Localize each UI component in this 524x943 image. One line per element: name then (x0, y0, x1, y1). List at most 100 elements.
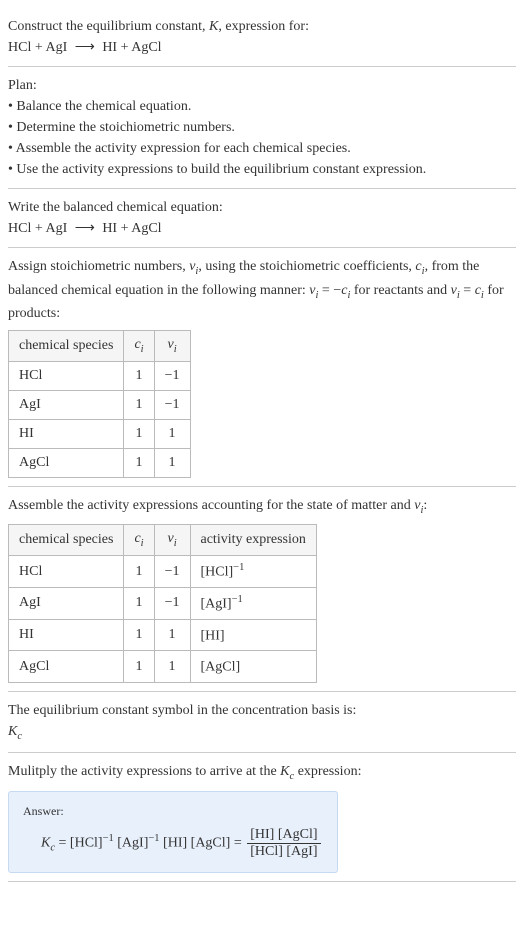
intro-post: , expression for: (218, 19, 309, 34)
term-exp: −1 (148, 833, 159, 844)
expr-base: [AgI] (201, 597, 232, 612)
table-header: νi (154, 331, 190, 362)
fraction: [HI] [AgCl][HCl] [AgI] (247, 827, 320, 860)
table-row: HI 1 1 (9, 419, 191, 448)
expr-base: [HI] (201, 628, 225, 643)
plan-bullet: • Use the activity expressions to build … (8, 159, 516, 180)
expr-exp: −1 (233, 562, 244, 573)
assign-text-part: , using the stoichiometric coefficients, (198, 259, 415, 274)
table-header: chemical species (9, 525, 124, 556)
expr-base: [AgCl] (201, 660, 241, 675)
species-cell: AgI (9, 390, 124, 419)
c-cell: 1 (124, 587, 154, 619)
assign-section: Assign stoichiometric numbers, νi , using… (8, 248, 516, 487)
c-cell: 1 (124, 651, 154, 683)
k-symbol: K (41, 836, 50, 851)
table-header: chemical species (9, 331, 124, 362)
species-cell: HI (9, 619, 124, 651)
intro-section: Construct the equilibrium constant, K, e… (8, 8, 516, 67)
expr-cell: [AgI]−1 (190, 587, 316, 619)
table-header: ci (124, 331, 154, 362)
multiply-section: Mulitply the activity expressions to arr… (8, 753, 516, 882)
c-cell: 1 (124, 556, 154, 588)
answer-box: Answer: Kc = [HCl]−1 [AgI]−1 [HI] [AgCl]… (8, 791, 338, 873)
intro-equation: HCl + AgI ⟶ HI + AgCl (8, 37, 516, 58)
table-row: HI 1 1 [HI] (9, 619, 317, 651)
table-row: AgCl 1 1 [AgCl] (9, 651, 317, 683)
species-cell: AgI (9, 587, 124, 619)
c-cell: 1 (124, 419, 154, 448)
balanced-title: Write the balanced chemical equation: (8, 197, 516, 218)
answer-label: Answer: (23, 804, 323, 819)
expr-cell: [AgCl] (190, 651, 316, 683)
symbol-value: Kc (8, 721, 516, 745)
plan-bullet: • Determine the stoichiometric numbers. (8, 117, 516, 138)
c-cell: 1 (124, 361, 154, 390)
expr-cell: [HCl]−1 (190, 556, 316, 588)
plan-bullet: • Balance the chemical equation. (8, 96, 516, 117)
table-row: HCl 1 −1 [HCl]−1 (9, 556, 317, 588)
activity-table: chemical species ci νi activity expressi… (8, 524, 317, 682)
plan-title: Plan: (8, 75, 516, 96)
numerator: [HI] [AgCl] (247, 827, 320, 844)
balanced-equation: HCl + AgI ⟶ HI + AgCl (8, 218, 516, 239)
table-header: ci (124, 525, 154, 556)
subscript-i: i (141, 344, 144, 355)
symbol-section: The equilibrium constant symbol in the c… (8, 692, 516, 754)
subscript-i: i (174, 538, 177, 549)
equation-rhs: HI + AgCl (102, 40, 161, 55)
c-cell: 1 (124, 448, 154, 477)
stoichiometric-table: chemical species ci νi HCl 1 −1 AgI 1 −1… (8, 330, 191, 478)
table-row: AgI 1 −1 (9, 390, 191, 419)
nu-cell: 1 (154, 619, 190, 651)
plan-bullet: • Assemble the activity expression for e… (8, 138, 516, 159)
species-cell: HCl (9, 361, 124, 390)
reaction-arrow-icon: ⟶ (75, 37, 95, 58)
nu-cell: −1 (154, 390, 190, 419)
nu-cell: 1 (154, 419, 190, 448)
equals-sign: = (55, 836, 70, 851)
assign-text-part: Assign stoichiometric numbers, (8, 259, 189, 274)
nu-cell: 1 (154, 448, 190, 477)
assign-text: Assign stoichiometric numbers, νi, using… (8, 256, 516, 324)
subscript-i: i (141, 538, 144, 549)
species-cell: HI (9, 419, 124, 448)
assign-text-part: for reactants and (350, 283, 450, 298)
c-cell: 1 (124, 390, 154, 419)
balanced-rhs: HI + AgCl (102, 221, 161, 236)
reaction-arrow-icon: ⟶ (75, 218, 95, 239)
kc-expression: Kc = [HCl]−1 [AgI]−1 [HI] [AgCl] = [HI] … (41, 827, 323, 860)
equals-sign: = (230, 836, 245, 851)
term-base: [HCl] (70, 836, 103, 851)
balanced-lhs: HCl + AgI (8, 221, 67, 236)
subscript-i: i (174, 344, 177, 355)
table-header-row: chemical species ci νi activity expressi… (9, 525, 317, 556)
k-symbol: K (209, 19, 218, 34)
equation-lhs: HCl + AgI (8, 40, 67, 55)
expr-base: [HCl] (201, 565, 234, 580)
table-header-row: chemical species ci νi (9, 331, 191, 362)
species-cell: AgCl (9, 651, 124, 683)
k-symbol: K (280, 764, 289, 779)
intro-pre: Construct the equilibrium constant, (8, 19, 209, 34)
k-symbol: K (8, 724, 17, 739)
multiply-text-part: Mulitply the activity expressions to arr… (8, 764, 280, 779)
denominator: [HCl] [AgI] (247, 844, 320, 860)
term: [HI] (163, 836, 187, 851)
expr-exp: −1 (232, 594, 243, 605)
intro-text: Construct the equilibrium constant, K, e… (8, 16, 516, 37)
term-base: [AgI] (117, 836, 148, 851)
nu-cell: −1 (154, 556, 190, 588)
plan-section: Plan: • Balance the chemical equation. •… (8, 67, 516, 189)
symbol-text: The equilibrium constant symbol in the c… (8, 700, 516, 721)
species-cell: HCl (9, 556, 124, 588)
nu-cell: 1 (154, 651, 190, 683)
table-header: νi (154, 525, 190, 556)
balanced-section: Write the balanced chemical equation: HC… (8, 189, 516, 248)
table-row: AgI 1 −1 [AgI]−1 (9, 587, 317, 619)
expr-cell: [HI] (190, 619, 316, 651)
multiply-text: Mulitply the activity expressions to arr… (8, 761, 516, 785)
term: [AgCl] (191, 836, 231, 851)
activity-text-part: : (423, 498, 427, 513)
table-row: HCl 1 −1 (9, 361, 191, 390)
